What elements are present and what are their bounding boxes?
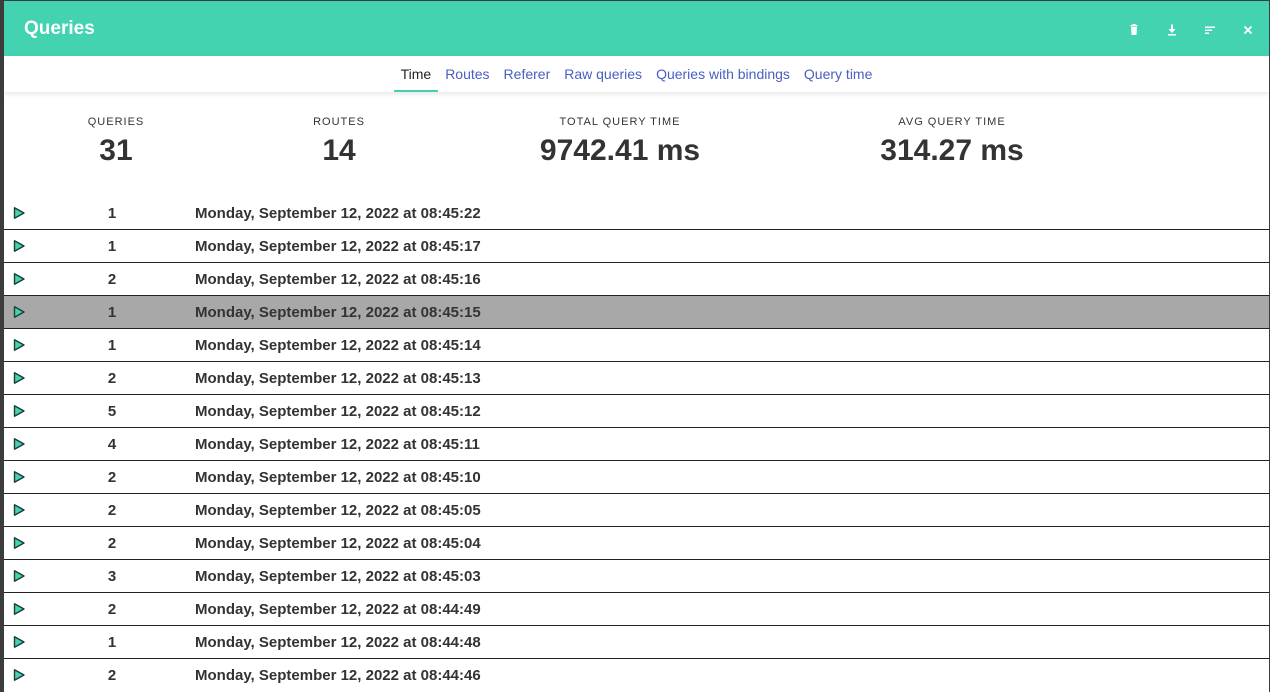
list-item[interactable]: 1 Monday, September 12, 2022 at 08:45:22 — [4, 197, 1269, 230]
stat-routes: ROUTES 14 — [313, 116, 365, 168]
play-icon[interactable] — [12, 404, 26, 418]
tab-time[interactable]: Time — [393, 56, 439, 92]
query-count: 2 — [107, 271, 117, 288]
request-timestamp: Monday, September 12, 2022 at 08:45:04 — [195, 535, 481, 552]
query-count: 1 — [107, 205, 117, 222]
close-button[interactable] — [1241, 23, 1255, 37]
list-item[interactable]: 2 Monday, September 12, 2022 at 08:44:49 — [4, 593, 1269, 626]
query-count: 1 — [107, 238, 117, 255]
request-timestamp: Monday, September 12, 2022 at 08:45:10 — [195, 469, 481, 486]
list-item[interactable]: 2 Monday, September 12, 2022 at 08:45:04 — [4, 527, 1269, 560]
request-timestamp: Monday, September 12, 2022 at 08:44:48 — [195, 634, 481, 651]
list-item[interactable]: 2 Monday, September 12, 2022 at 08:45:05 — [4, 494, 1269, 527]
play-icon[interactable] — [12, 470, 26, 484]
request-timestamp: Monday, September 12, 2022 at 08:45:17 — [195, 238, 481, 255]
stat-routes-value: 14 — [322, 134, 356, 167]
play-icon[interactable] — [12, 305, 26, 319]
list-item[interactable]: 2 Monday, September 12, 2022 at 08:45:16 — [4, 263, 1269, 296]
queries-window: Queries Time Routes Referer Raw queries … — [4, 1, 1269, 692]
request-timestamp: Monday, September 12, 2022 at 08:45:15 — [195, 304, 481, 321]
query-count: 2 — [107, 469, 117, 486]
tab-queries-with-bindings[interactable]: Queries with bindings — [649, 56, 797, 92]
play-icon[interactable] — [12, 536, 26, 550]
close-icon — [1243, 25, 1253, 35]
list-item[interactable]: 1 Monday, September 12, 2022 at 08:45:15 — [4, 296, 1269, 329]
play-icon[interactable] — [12, 668, 26, 682]
stat-routes-label: ROUTES — [313, 116, 365, 128]
query-count: 1 — [107, 304, 117, 321]
tab-query-time[interactable]: Query time — [797, 56, 879, 92]
stat-avg-query-time-label: AVG QUERY TIME — [898, 116, 1006, 128]
list-item[interactable]: 1 Monday, September 12, 2022 at 08:44:48 — [4, 626, 1269, 659]
query-count: 2 — [107, 667, 117, 684]
sort-icon — [1205, 26, 1215, 34]
request-timestamp: Monday, September 12, 2022 at 08:44:49 — [195, 601, 481, 618]
stat-queries-value: 31 — [99, 134, 133, 167]
sort-button[interactable] — [1203, 23, 1217, 37]
query-time-list: 1 Monday, September 12, 2022 at 08:45:22… — [4, 197, 1269, 691]
play-icon[interactable] — [12, 602, 26, 616]
list-item[interactable]: 1 Monday, September 12, 2022 at 08:45:14 — [4, 329, 1269, 362]
tab-raw-queries[interactable]: Raw queries — [557, 56, 649, 92]
request-timestamp: Monday, September 12, 2022 at 08:45:16 — [195, 271, 481, 288]
list-item[interactable]: 2 Monday, September 12, 2022 at 08:45:13 — [4, 362, 1269, 395]
request-timestamp: Monday, September 12, 2022 at 08:45:14 — [195, 337, 481, 354]
stat-avg-query-time: AVG QUERY TIME 314.27 ms — [880, 116, 1023, 168]
play-icon[interactable] — [12, 272, 26, 286]
list-item[interactable]: 3 Monday, September 12, 2022 at 08:45:03 — [4, 560, 1269, 593]
query-count: 2 — [107, 502, 117, 519]
query-count: 3 — [107, 568, 117, 585]
play-icon[interactable] — [12, 239, 26, 253]
request-timestamp: Monday, September 12, 2022 at 08:45:05 — [195, 502, 481, 519]
query-count: 2 — [107, 601, 117, 618]
play-icon[interactable] — [12, 371, 26, 385]
tab-routes[interactable]: Routes — [438, 56, 496, 92]
query-count: 4 — [107, 436, 117, 453]
query-count: 1 — [107, 337, 117, 354]
query-count: 1 — [107, 634, 117, 651]
request-timestamp: Monday, September 12, 2022 at 08:45:03 — [195, 568, 481, 585]
request-timestamp: Monday, September 12, 2022 at 08:45:11 — [195, 436, 480, 453]
stat-total-query-time: TOTAL QUERY TIME 9742.41 ms — [540, 116, 700, 168]
trash-button[interactable] — [1127, 23, 1141, 37]
play-icon[interactable] — [12, 338, 26, 352]
list-item[interactable]: 1 Monday, September 12, 2022 at 08:45:17 — [4, 230, 1269, 263]
request-timestamp: Monday, September 12, 2022 at 08:44:46 — [195, 667, 481, 684]
stat-avg-query-time-value: 314.27 ms — [880, 134, 1024, 167]
play-icon[interactable] — [12, 569, 26, 583]
play-icon[interactable] — [12, 206, 26, 220]
tab-bar: Time Routes Referer Raw queries Queries … — [4, 56, 1269, 92]
list-item[interactable]: 2 Monday, September 12, 2022 at 08:45:10 — [4, 461, 1269, 494]
play-icon[interactable] — [12, 503, 26, 517]
window-title: Queries — [24, 18, 95, 39]
play-icon[interactable] — [12, 437, 26, 451]
stat-total-query-time-label: TOTAL QUERY TIME — [559, 116, 681, 128]
list-item[interactable]: 5 Monday, September 12, 2022 at 08:45:12 — [4, 395, 1269, 428]
query-count: 5 — [107, 403, 117, 420]
trash-icon — [1130, 24, 1138, 35]
stat-queries-label: QUERIES — [87, 116, 145, 128]
download-icon — [1168, 24, 1176, 36]
stat-total-query-time-value: 9742.41 ms — [539, 134, 701, 167]
list-item[interactable]: 4 Monday, September 12, 2022 at 08:45:11 — [4, 428, 1269, 461]
request-timestamp: Monday, September 12, 2022 at 08:45:13 — [195, 370, 481, 387]
play-icon[interactable] — [12, 635, 26, 649]
tab-referer[interactable]: Referer — [497, 56, 558, 92]
header-bar: Queries — [4, 1, 1269, 56]
request-timestamp: Monday, September 12, 2022 at 08:45:22 — [195, 205, 481, 222]
list-item[interactable]: 2 Monday, September 12, 2022 at 08:44:46 — [4, 659, 1269, 691]
request-timestamp: Monday, September 12, 2022 at 08:45:12 — [195, 403, 481, 420]
query-count: 2 — [107, 535, 117, 552]
stats-panel: QUERIES 31 ROUTES 14 TOTAL QUERY TIME 97… — [4, 93, 1269, 197]
download-button[interactable] — [1165, 23, 1179, 37]
stat-queries: QUERIES 31 — [88, 116, 145, 168]
query-count: 2 — [107, 370, 117, 387]
